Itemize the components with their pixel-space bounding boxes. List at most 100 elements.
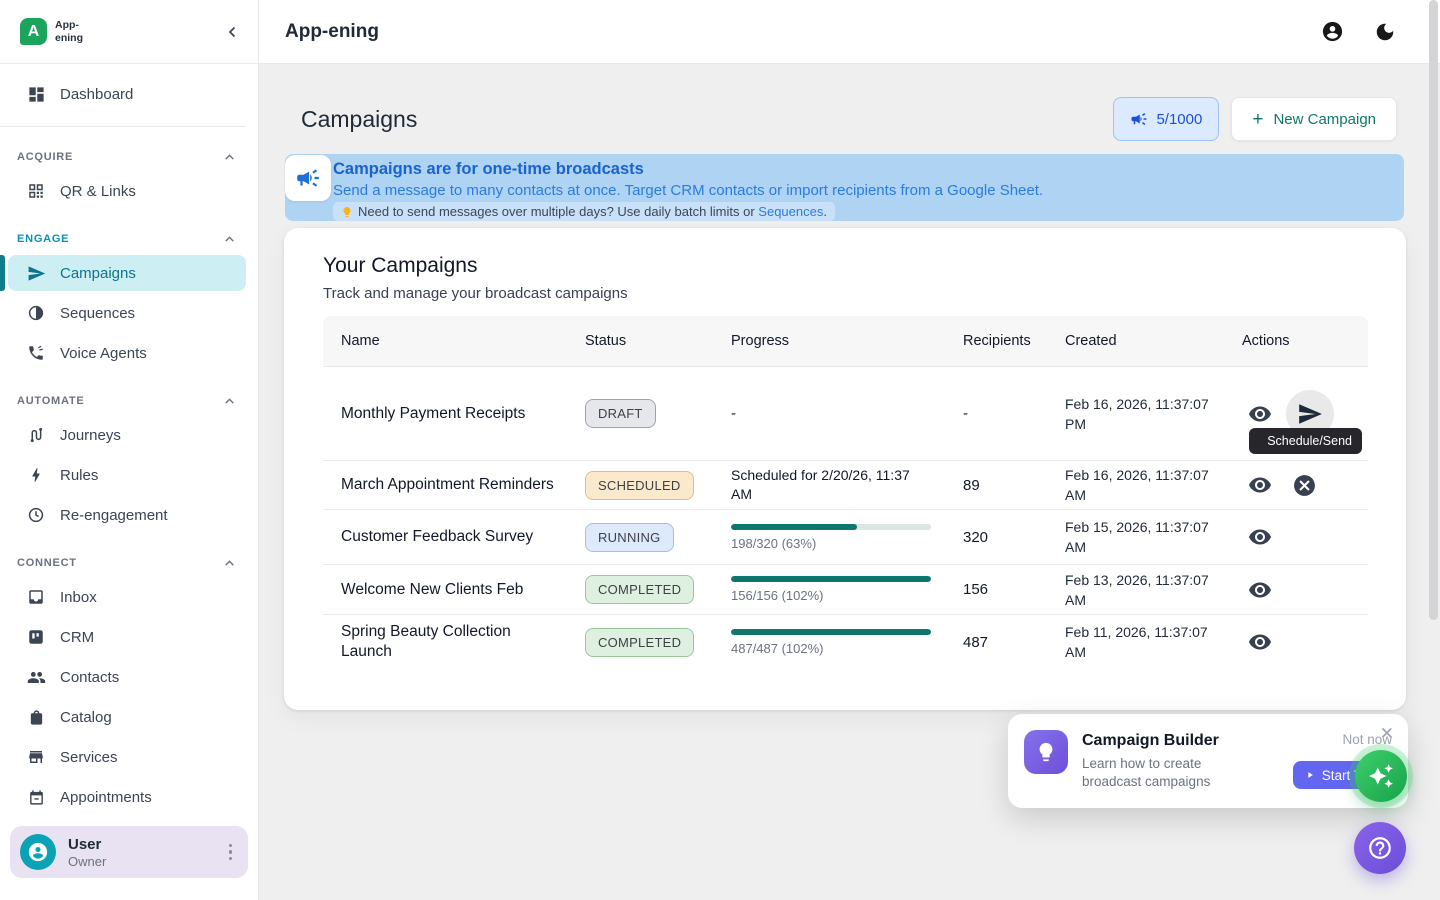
clock-icon [26, 505, 46, 525]
sidebar-item-label: Contacts [60, 669, 119, 686]
send-icon [26, 263, 46, 283]
banner-tip: Need to send messages over multiple days… [333, 202, 835, 221]
user-role: Owner [68, 854, 225, 869]
status-badge: RUNNING [585, 523, 674, 552]
sidebar-item-label: CRM [60, 629, 94, 646]
progress-cell: 487/487 (102%) [713, 629, 945, 656]
sidebar-item-dashboard[interactable]: Dashboard [8, 76, 246, 112]
active-indicator [0, 255, 5, 291]
sidebar-item-sequences[interactable]: Sequences [8, 295, 246, 331]
status-badge: DRAFT [585, 399, 656, 428]
new-campaign-button[interactable]: + New Campaign [1231, 97, 1397, 141]
progress-cell: 198/320 (63%) [713, 524, 945, 551]
progress-text: 198/320 (63%) [731, 536, 931, 551]
card-subtitle: Track and manage your broadcast campaign… [323, 285, 1367, 302]
sidebar-item-journeys[interactable]: Journeys [8, 417, 246, 453]
campaigns-card: Your Campaigns Track and manage your bro… [284, 228, 1406, 710]
status-badge: COMPLETED [585, 628, 694, 657]
page-header: Campaigns 5/1000 + New Campaign [301, 95, 1397, 143]
progress-text: 156/156 (102%) [731, 588, 931, 603]
sidebar-nav: Dashboard ACQUIRE QR & Links ENGAGE Camp… [0, 64, 258, 812]
sidebar-item-contacts[interactable]: Contacts [8, 659, 246, 695]
sidebar-item-rules[interactable]: Rules [8, 457, 246, 493]
view-button[interactable] [1242, 519, 1278, 555]
sidebar-item-label: Inbox [60, 589, 97, 606]
chevron-up-icon[interactable] [223, 395, 236, 408]
column-header-status: Status [567, 333, 713, 349]
send-icon [1297, 401, 1323, 427]
table-header-row: Name Status Progress Recipients Created … [323, 316, 1368, 366]
sidebar-item-crm[interactable]: CRM [8, 619, 246, 655]
chevron-up-icon[interactable] [223, 151, 236, 164]
user-card[interactable]: User Owner [10, 826, 248, 878]
cancel-button[interactable] [1286, 467, 1322, 503]
sidebar-collapse-button[interactable] [224, 23, 242, 41]
campaigns-table: Name Status Progress Recipients Created … [323, 316, 1368, 669]
created-cell: Feb 13, 2026, 11:37:07 AM [1047, 570, 1224, 610]
sidebar-item-label: Re-engagement [60, 507, 168, 524]
sidebar-section-engage: ENGAGE [8, 229, 246, 249]
sidebar-item-inbox[interactable]: Inbox [8, 579, 246, 615]
close-icon[interactable]: ✕ [1380, 724, 1394, 744]
column-header-recipients: Recipients [945, 333, 1047, 349]
sidebar-item-voice-agents[interactable]: Voice Agents [8, 335, 246, 371]
recipients-cell: - [945, 405, 1047, 422]
sidebar-item-catalog[interactable]: Catalog [8, 699, 246, 735]
user-menu-button[interactable] [225, 840, 237, 865]
route-icon [26, 425, 46, 445]
sequences-link[interactable]: Sequences [758, 204, 823, 219]
created-cell: Feb 16, 2026, 11:37:07 AM [1047, 465, 1224, 505]
schedule-send-tooltip: Schedule/Send [1249, 428, 1362, 454]
account-icon[interactable] [1321, 20, 1344, 43]
campaign-name: March Appointment Reminders [323, 475, 567, 495]
sparkles-icon [1368, 763, 1394, 789]
sidebar-item-label: Sequences [60, 305, 135, 322]
lightbulb-icon [1024, 730, 1068, 774]
progress-text: 487/487 (102%) [731, 641, 931, 656]
sidebar-item-services[interactable]: Services [8, 739, 246, 775]
sidebar-item-appointments[interactable]: Appointments [8, 779, 246, 812]
dark-mode-moon-icon[interactable] [1374, 21, 1396, 43]
sidebar-section-automate: AUTOMATE [8, 391, 246, 411]
view-button[interactable] [1242, 396, 1278, 432]
view-button[interactable] [1242, 624, 1278, 660]
card-title: Your Campaigns [323, 254, 1367, 278]
table-row: March Appointment Reminders SCHEDULED Sc… [323, 460, 1368, 509]
sidebar-item-campaigns[interactable]: Campaigns [8, 255, 246, 291]
progress-cell: - [713, 405, 945, 422]
sidebar-item-label: Journeys [60, 427, 121, 444]
table-row: Welcome New Clients Feb COMPLETED 156/15… [323, 564, 1368, 614]
chevron-up-icon[interactable] [223, 557, 236, 570]
eye-icon [1248, 578, 1272, 602]
ai-sparkles-fab[interactable] [1355, 750, 1407, 802]
eye-icon [1248, 525, 1272, 549]
sidebar-header: A App-ening [0, 0, 258, 64]
recipients-cell: 320 [945, 529, 1047, 546]
sidebar-item-qr-links[interactable]: QR & Links [8, 173, 246, 209]
banner-body: Send a message to many contacts at once.… [333, 180, 1394, 202]
dashboard-icon [26, 84, 46, 104]
scrollbar-thumb[interactable] [1429, 0, 1438, 620]
help-fab[interactable] [1354, 822, 1406, 874]
megaphone-icon [285, 155, 331, 201]
progress-bar [731, 576, 931, 582]
campaign-quota-badge[interactable]: 5/1000 [1113, 97, 1219, 141]
play-icon [1305, 770, 1315, 780]
recipients-cell: 487 [945, 634, 1047, 651]
recipients-cell: 156 [945, 581, 1047, 598]
plus-icon: + [1252, 110, 1263, 129]
quota-value: 5/1000 [1156, 111, 1202, 128]
sidebar-divider [0, 126, 246, 127]
topbar-title: App-ening [285, 21, 1291, 43]
sidebar-item-label: Rules [60, 467, 98, 484]
calendar-icon [26, 787, 46, 807]
sidebar-item-re-engagement[interactable]: Re-engagement [8, 497, 246, 533]
view-button[interactable] [1242, 467, 1278, 503]
chevron-up-icon[interactable] [223, 233, 236, 246]
view-button[interactable] [1242, 572, 1278, 608]
megaphone-icon [1130, 110, 1148, 128]
eye-icon [1248, 473, 1272, 497]
campaign-name: Monthly Payment Receipts [323, 404, 567, 424]
column-header-created: Created [1047, 333, 1224, 349]
chevron-left-icon [224, 23, 242, 41]
